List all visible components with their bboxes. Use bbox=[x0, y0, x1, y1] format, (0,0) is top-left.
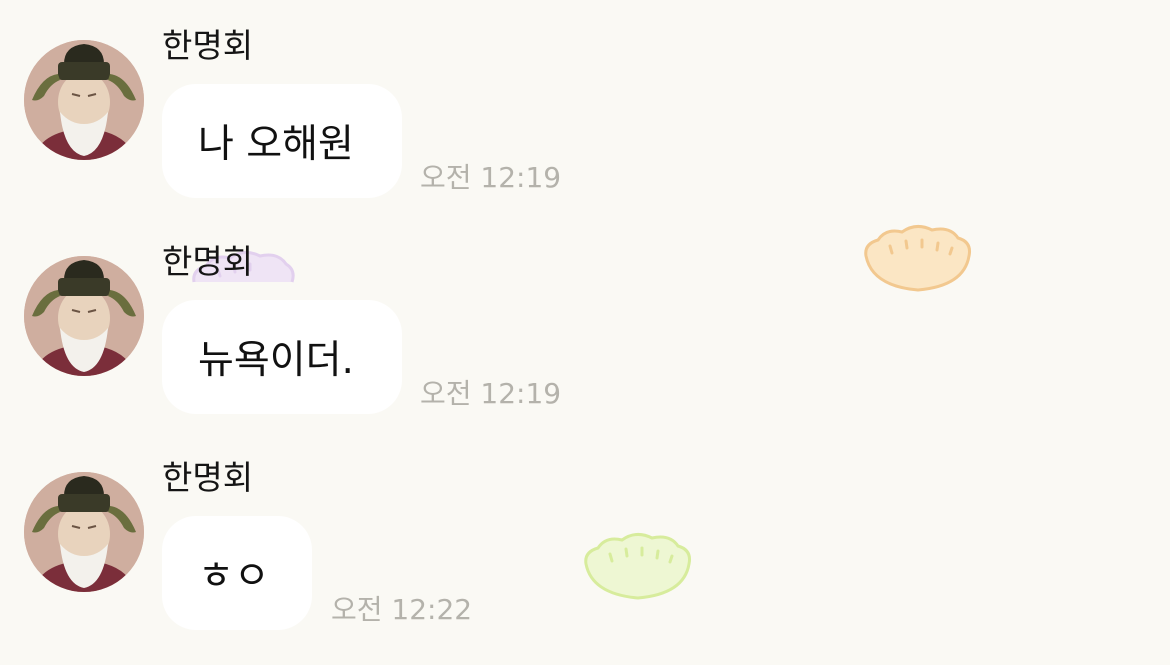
message-bubble[interactable]: ㅎㅇ bbox=[162, 516, 312, 630]
chat-message: 한명회 나 오해원 오전 12:19 bbox=[0, 0, 1170, 200]
avatar[interactable] bbox=[24, 256, 144, 376]
message-time: 오전 12:19 bbox=[420, 377, 562, 410]
sender-name: 한명회 bbox=[162, 242, 254, 281]
avatar[interactable] bbox=[24, 40, 144, 160]
message-bubble[interactable]: 나 오해원 bbox=[162, 84, 402, 198]
sender-name: 한명회 bbox=[162, 26, 254, 65]
chat-message: 한명회 ㅎㅇ 오전 12:22 bbox=[0, 432, 1170, 632]
message-time: 오전 12:19 bbox=[420, 161, 562, 194]
message-time: 오전 12:22 bbox=[331, 593, 473, 626]
chat-message: 한명회 뉴욕이더. 오전 12:19 bbox=[0, 216, 1170, 416]
avatar[interactable] bbox=[24, 472, 144, 592]
sender-name: 한명회 bbox=[162, 458, 254, 497]
message-bubble[interactable]: 뉴욕이더. bbox=[162, 300, 402, 414]
chat-area[interactable]: 한명회 나 오해원 오전 12:19 한명회 뉴욕이더. 오전 12:19 한명… bbox=[0, 0, 1170, 665]
